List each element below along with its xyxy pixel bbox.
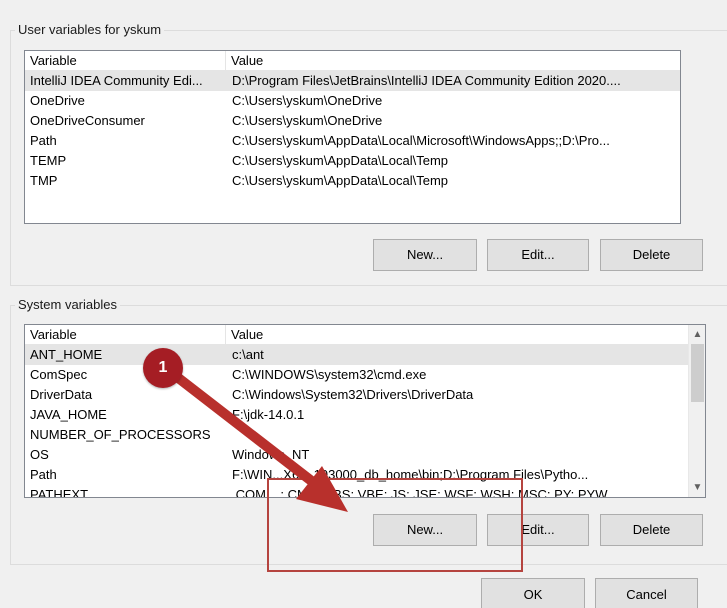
variable-cell: DriverData bbox=[30, 387, 93, 402]
table-row[interactable]: TMP C:\Users\yskum\AppData\Local\Temp bbox=[25, 171, 680, 191]
system-delete-button[interactable]: Delete bbox=[600, 514, 703, 546]
value-cell: C:\Users\yskum\AppData\Local\Temp bbox=[232, 173, 449, 188]
column-header-variable[interactable]: Variable bbox=[25, 325, 226, 345]
table-row[interactable]: OneDriveConsumer C:\Users\yskum\OneDrive bbox=[25, 111, 680, 131]
ok-button[interactable]: OK bbox=[481, 578, 585, 608]
variable-cell: JAVA_HOME bbox=[30, 407, 107, 422]
scroll-thumb[interactable] bbox=[691, 344, 704, 402]
system-variables-label: System variables bbox=[15, 297, 120, 312]
value-cell: C:\Users\yskum\OneDrive bbox=[232, 93, 383, 108]
table-row[interactable]: Path C:\Users\yskum\AppData\Local\Microso… bbox=[25, 131, 680, 151]
table-row[interactable]: NUMBER_OF_PROCESSORS bbox=[25, 425, 688, 445]
column-header-variable[interactable]: Variable bbox=[25, 51, 226, 71]
system-list-rows: ANT_HOME c:\ant ComSpec C:\WINDOWS\system32… bbox=[25, 345, 688, 498]
system-list-header: Variable Value bbox=[25, 325, 688, 345]
highlight-box bbox=[267, 478, 523, 572]
system-variables-list[interactable]: Variable Value ANT_HOME c:\ant ComSpec C:\W… bbox=[24, 324, 706, 498]
user-list-rows: IntelliJ IDEA Community Edi... D:\Program… bbox=[25, 71, 680, 191]
table-row[interactable]: ANT_HOME c:\ant bbox=[25, 345, 688, 365]
variable-cell: Path bbox=[30, 133, 57, 148]
value-cell: C:\Users\yskum\AppData\Local\Microsoft\W… bbox=[232, 133, 610, 148]
table-row[interactable]: DriverData C:\Windows\System32\Drivers\Dr… bbox=[25, 385, 688, 405]
user-variables-label: User variables for yskum bbox=[15, 22, 165, 37]
user-list-header: Variable Value bbox=[25, 51, 680, 71]
variable-cell: NUMBER_OF_PROCESSORS bbox=[30, 427, 211, 442]
variable-cell: TEMP bbox=[30, 153, 67, 168]
variable-cell: OneDriveConsumer bbox=[30, 113, 145, 128]
table-row[interactable]: JAVA_HOME F:\jdk-14.0.1 bbox=[25, 405, 688, 425]
value-cell bbox=[227, 425, 688, 445]
value-cell: F:\jdk-14.0.1 bbox=[232, 407, 305, 422]
variable-cell: ANT_HOME bbox=[30, 347, 103, 362]
value-cell: D:\Program Files\JetBrains\IntelliJ IDEA… bbox=[232, 73, 621, 88]
variable-cell: ComSpec bbox=[30, 367, 88, 382]
step-number-badge: 1 bbox=[143, 348, 183, 388]
value-cell: Windows_NT bbox=[232, 447, 310, 462]
table-row[interactable]: OS Windows_NT bbox=[25, 445, 688, 465]
variable-cell: TMP bbox=[30, 173, 58, 188]
value-cell: C:\Users\yskum\OneDrive bbox=[232, 113, 383, 128]
user-edit-button[interactable]: Edit... bbox=[487, 239, 589, 271]
variable-cell: OS bbox=[30, 447, 49, 462]
column-header-value[interactable]: Value bbox=[226, 325, 688, 345]
system-list-scrollbar[interactable]: ▲ ▼ bbox=[688, 325, 705, 497]
user-delete-button[interactable]: Delete bbox=[600, 239, 703, 271]
variable-cell: Path bbox=[30, 467, 57, 482]
variable-cell: IntelliJ IDEA Community Edi... bbox=[30, 73, 203, 88]
variable-cell: OneDrive bbox=[30, 93, 85, 108]
value-cell: c:\ant bbox=[232, 347, 264, 362]
value-cell: C:\WINDOWS\system32\cmd.exe bbox=[232, 367, 427, 382]
user-new-button[interactable]: New... bbox=[373, 239, 477, 271]
scroll-down-icon[interactable]: ▼ bbox=[689, 479, 705, 496]
scroll-up-icon[interactable]: ▲ bbox=[689, 326, 705, 343]
variable-cell: PATHEXT bbox=[30, 487, 89, 498]
user-variables-list[interactable]: Variable Value IntelliJ IDEA Community E… bbox=[24, 50, 681, 224]
cancel-button[interactable]: Cancel bbox=[595, 578, 698, 608]
table-row[interactable]: OneDrive C:\Users\yskum\OneDrive bbox=[25, 91, 680, 111]
column-header-value[interactable]: Value bbox=[226, 51, 680, 71]
table-row[interactable]: TEMP C:\Users\yskum\AppData\Local\Temp bbox=[25, 151, 680, 171]
table-row[interactable]: ComSpec C:\WINDOWS\system32\cmd.exe bbox=[25, 365, 688, 385]
value-cell: C:\Users\yskum\AppData\Local\Temp bbox=[232, 153, 449, 168]
table-row[interactable]: IntelliJ IDEA Community Edi... D:\Program… bbox=[25, 71, 680, 91]
value-cell: C:\Windows\System32\Drivers\DriverData bbox=[232, 387, 474, 402]
